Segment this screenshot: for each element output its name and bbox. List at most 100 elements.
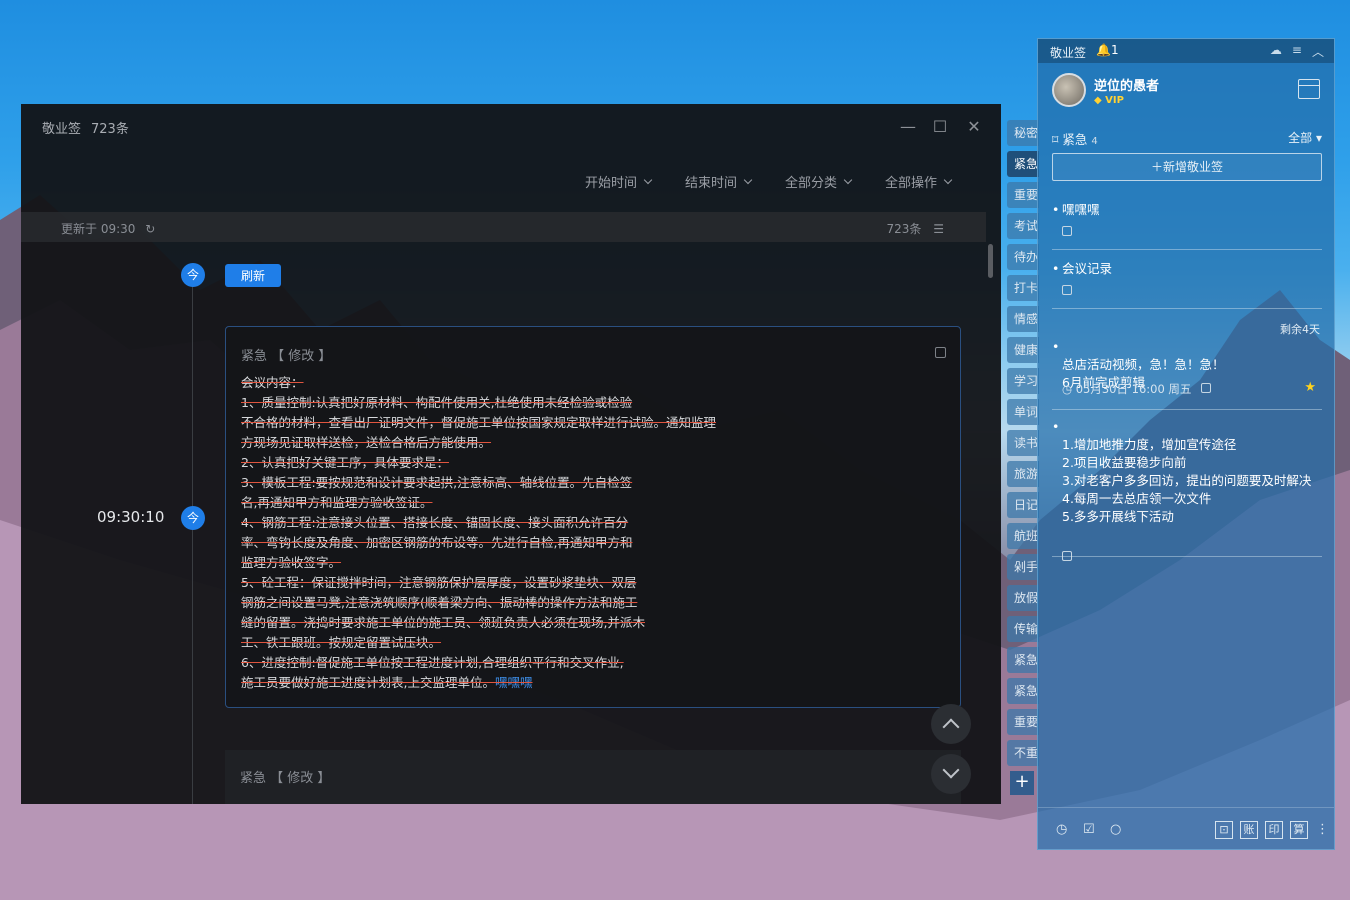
tab-category[interactable]: 健康 [1007, 337, 1039, 363]
clock-icon[interactable]: ◷ [1056, 822, 1067, 837]
note-icon [1062, 285, 1072, 295]
category-count: 4 [1091, 136, 1098, 147]
tab-category[interactable]: 紧急 [1007, 151, 1039, 177]
maximize-button[interactable]: ☐ [931, 118, 949, 136]
tab-category[interactable]: 单词 [1007, 399, 1039, 425]
chevron-down-icon [943, 175, 953, 184]
entry-time: 09:30:10 [97, 508, 165, 526]
content-line: 施工员要做好施工进度计划表,上交监理单位。 [241, 675, 495, 690]
content-line: 工、铁工跟班。按规定留置试压块。 [241, 635, 442, 650]
add-category-button[interactable]: + [1010, 771, 1034, 795]
note-panel: 敬业签 🔔1 ☁ ≡ ︿ 逆位的愚者 ◆ VIP ⌑ 紧急 4 全部 ▾ ＋新增… [1037, 38, 1335, 850]
content-line: 率、弯钩长度及角度、加密区钢筋的布设等。先进行自检,再通知甲方和 [241, 535, 633, 550]
screenshot-icon[interactable]: ⊡ [1215, 821, 1233, 839]
add-note-button[interactable]: ＋新增敬业签 [1052, 153, 1322, 181]
list-item[interactable]: • 1.增加地推力度，增加宣传途径 2.项目收益要稳步向前 3.对老客户多多回访，… [1052, 418, 1322, 584]
total-count: 723条 ☰ [886, 222, 945, 236]
clock-icon: ◷ [1062, 382, 1076, 396]
today-dot: 今 [181, 263, 205, 287]
filter-category[interactable]: 全部分类 [785, 172, 853, 191]
calculator-button[interactable]: 算 [1290, 821, 1308, 839]
content-line: 会议内容： [241, 375, 304, 390]
tab-category[interactable]: 待办 [1007, 244, 1039, 270]
filter-operation[interactable]: 全部操作 [885, 172, 953, 191]
content-line: 监理方验收签字。 [241, 555, 342, 570]
scrollbar-thumb[interactable] [988, 244, 993, 278]
bell-icon[interactable]: 🔔1 [1096, 43, 1119, 57]
content-line: 不合格的材料，查看出厂证明文件，督促施工单位按国家规定取样进行试验。通知监理 [241, 415, 717, 430]
menu-icon[interactable]: ≡ [1292, 43, 1302, 60]
print-button[interactable]: 印 [1265, 821, 1283, 839]
tab-category[interactable]: 紧急 [1007, 678, 1039, 704]
tab-category[interactable]: 紧急 [1007, 647, 1039, 673]
tab-category[interactable]: 情感 [1007, 306, 1039, 332]
timeline-line [192, 272, 193, 804]
category-name: 紧急 [1062, 132, 1088, 147]
scroll-down-button[interactable] [931, 754, 971, 794]
tab-category[interactable]: 航班 [1007, 523, 1039, 549]
content-line: 6、进度控制:督促施工单位按工程进度计划,合理组织平行和交叉作业, [241, 655, 624, 670]
chevron-down-icon [843, 175, 853, 184]
chevron-down-icon [743, 175, 753, 184]
due-time: ◷ 05月30日 16:00 周五 [1062, 381, 1212, 397]
close-button[interactable]: ✕ [965, 118, 983, 136]
update-bar: 更新于 09:30 ↻ 723条 ☰ [21, 212, 986, 242]
updated-time: 更新于 09:30 ↻ [61, 222, 156, 236]
content-line: 3、模板工程:要按规范和设计要求起拱,注意标高、轴线位置。先自检签 [241, 475, 633, 490]
panel-app-name: 敬业签 [1050, 46, 1087, 60]
minimize-button[interactable]: — [899, 118, 917, 136]
ledger-button[interactable]: 账 [1240, 821, 1258, 839]
vip-badge: ◆ VIP [1094, 95, 1124, 106]
app-name: 敬业签 [42, 122, 82, 137]
tab-category[interactable]: 重要 [1007, 182, 1039, 208]
tab-category[interactable]: 考试 [1007, 213, 1039, 239]
card-header: 紧急 【 修改 】 [240, 771, 331, 786]
history-card[interactable]: 紧急 【 修改 】 会议内容： 1、质量控制:认真把好原材料、构配件使用关,杜绝使… [225, 326, 961, 708]
chevron-up-icon[interactable]: ︿ [1312, 43, 1324, 60]
tab-category[interactable]: 传输 [1007, 616, 1039, 642]
remaining-days: 剩余4天 [1280, 323, 1320, 336]
tab-category[interactable]: 重要 [1007, 709, 1039, 735]
tab-category[interactable]: 学习 [1007, 368, 1039, 394]
star-icon[interactable]: ★ [1304, 380, 1316, 395]
bookmark-icon: ⌑ [1052, 132, 1063, 147]
card-content: 会议内容： 1、质量控制:认真把好原材料、构配件使用关,杜绝使用未经检验或检验 不合… [241, 373, 801, 693]
list-icon[interactable]: ☰ [933, 222, 944, 236]
content-line: 5、砼工程：保证搅拌时间，注意钢筋保护层厚度，设置砂浆垫块、双层 [241, 575, 637, 590]
cloud-icon[interactable]: ☁ [1270, 43, 1282, 60]
tab-category[interactable]: 剁手 [1007, 554, 1039, 580]
divider [1052, 409, 1322, 410]
tab-category[interactable]: 不重 [1007, 740, 1039, 766]
list-item[interactable]: • 嘿嘿嘿 [1052, 201, 1322, 241]
filter-start-time[interactable]: 开始时间 [585, 172, 653, 191]
content-line: 方现场见证取样送检，送检合格后方能使用。 [241, 435, 492, 450]
content-line: 名,再通知甲方和监理方验收签证。 [241, 495, 433, 510]
window-title: 敬业签 723条 [42, 118, 139, 137]
search-icon[interactable]: ○ [1110, 822, 1121, 837]
filter-end-time[interactable]: 结束时间 [685, 172, 753, 191]
note-icon [1201, 383, 1212, 393]
list-item[interactable]: • 会议记录 [1052, 260, 1322, 300]
divider [1052, 249, 1322, 250]
list-item[interactable]: • 总店活动视频，急！急！急！ 6月前完成剪辑 [1052, 338, 1322, 410]
scroll-up-button[interactable] [931, 704, 971, 744]
tag-link[interactable]: 嘿嘿嘿 [495, 675, 533, 690]
refresh-button[interactable]: 刷新 [225, 264, 281, 287]
tab-category[interactable]: 放假 [1007, 585, 1039, 611]
avatar[interactable] [1052, 73, 1086, 107]
tab-category[interactable]: 日记 [1007, 492, 1039, 518]
category-row: ⌑ 紧急 4 全部 ▾ [1052, 129, 1322, 148]
panel-footer: ◷ ☑ ○ ⊡ 账 印 算 ⋮ [1038, 807, 1334, 849]
tab-category[interactable]: 读书 [1007, 430, 1039, 456]
tab-category[interactable]: 打卡 [1007, 275, 1039, 301]
calendar-icon[interactable] [1298, 79, 1320, 99]
checklist-icon[interactable]: ☑ [1083, 822, 1095, 837]
note-icon [935, 347, 946, 358]
tab-category[interactable]: 旅游 [1007, 461, 1039, 487]
more-icon[interactable]: ⋮ [1316, 822, 1329, 837]
history-card[interactable]: 紧急 【 修改 】 [225, 750, 961, 804]
filter-all-dropdown[interactable]: 全部 ▾ [1288, 129, 1322, 146]
tab-category[interactable]: 秘密 [1007, 120, 1039, 146]
refresh-icon[interactable]: ↻ [145, 222, 155, 236]
panel-header: 敬业签 🔔1 ☁ ≡ ︿ [1038, 39, 1334, 63]
